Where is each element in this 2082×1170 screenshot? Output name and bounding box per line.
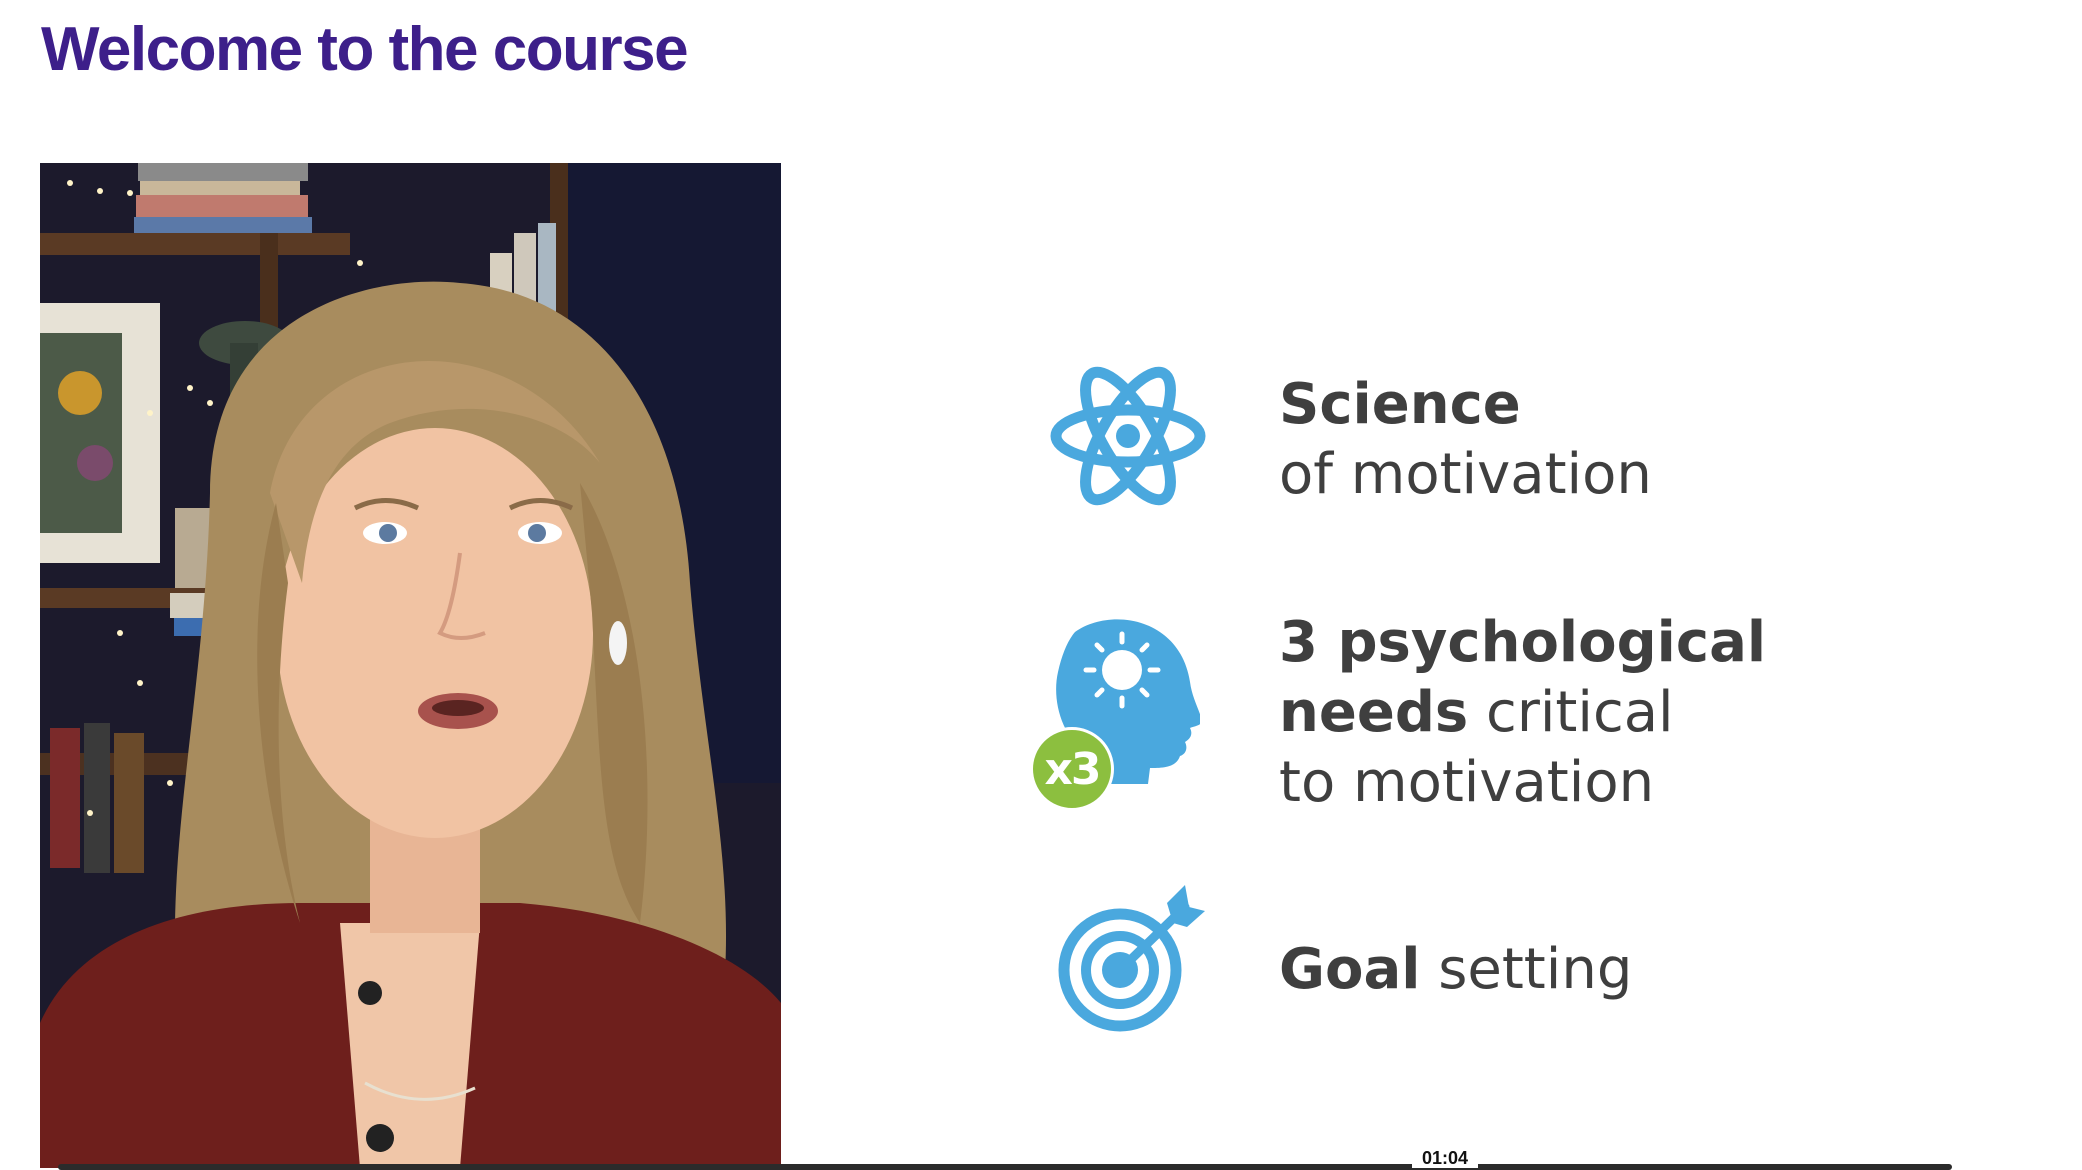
instructor-video-frame xyxy=(40,163,781,1168)
topic-science xyxy=(1048,348,1208,528)
video-player[interactable] xyxy=(40,163,781,1168)
topic-science-text: Science of motivation xyxy=(1279,370,1652,510)
topic-psych-line2-light: critical xyxy=(1468,680,1674,745)
topic-psych-needs-text: 3 psychological needs critical to motiva… xyxy=(1279,608,1766,818)
topic-goal-bold: Goal xyxy=(1279,937,1421,1002)
topic-goal-setting xyxy=(1055,885,1215,1035)
topic-goal-light: setting xyxy=(1420,937,1633,1002)
target-icon xyxy=(1055,885,1215,1035)
x3-badge: x3 xyxy=(1030,727,1114,811)
topic-goal-text: Goal setting xyxy=(1279,935,1632,1005)
topic-science-title: Science xyxy=(1279,372,1521,437)
atom-icon xyxy=(1048,348,1208,528)
video-timeline[interactable] xyxy=(58,1164,1952,1170)
topic-psych-line1: 3 psychological xyxy=(1279,610,1767,675)
head-lightbulb-icon: x3 xyxy=(1030,612,1202,812)
page-title: Welcome to the course xyxy=(41,15,689,84)
topic-psych-line3: to motivation xyxy=(1279,750,1655,815)
topic-psych-needs: x3 xyxy=(1030,612,1202,812)
topic-science-subtitle: of motivation xyxy=(1279,442,1652,507)
topic-psych-line2-bold: needs xyxy=(1279,680,1469,745)
current-time-label: 01:04 xyxy=(1412,1147,1478,1168)
